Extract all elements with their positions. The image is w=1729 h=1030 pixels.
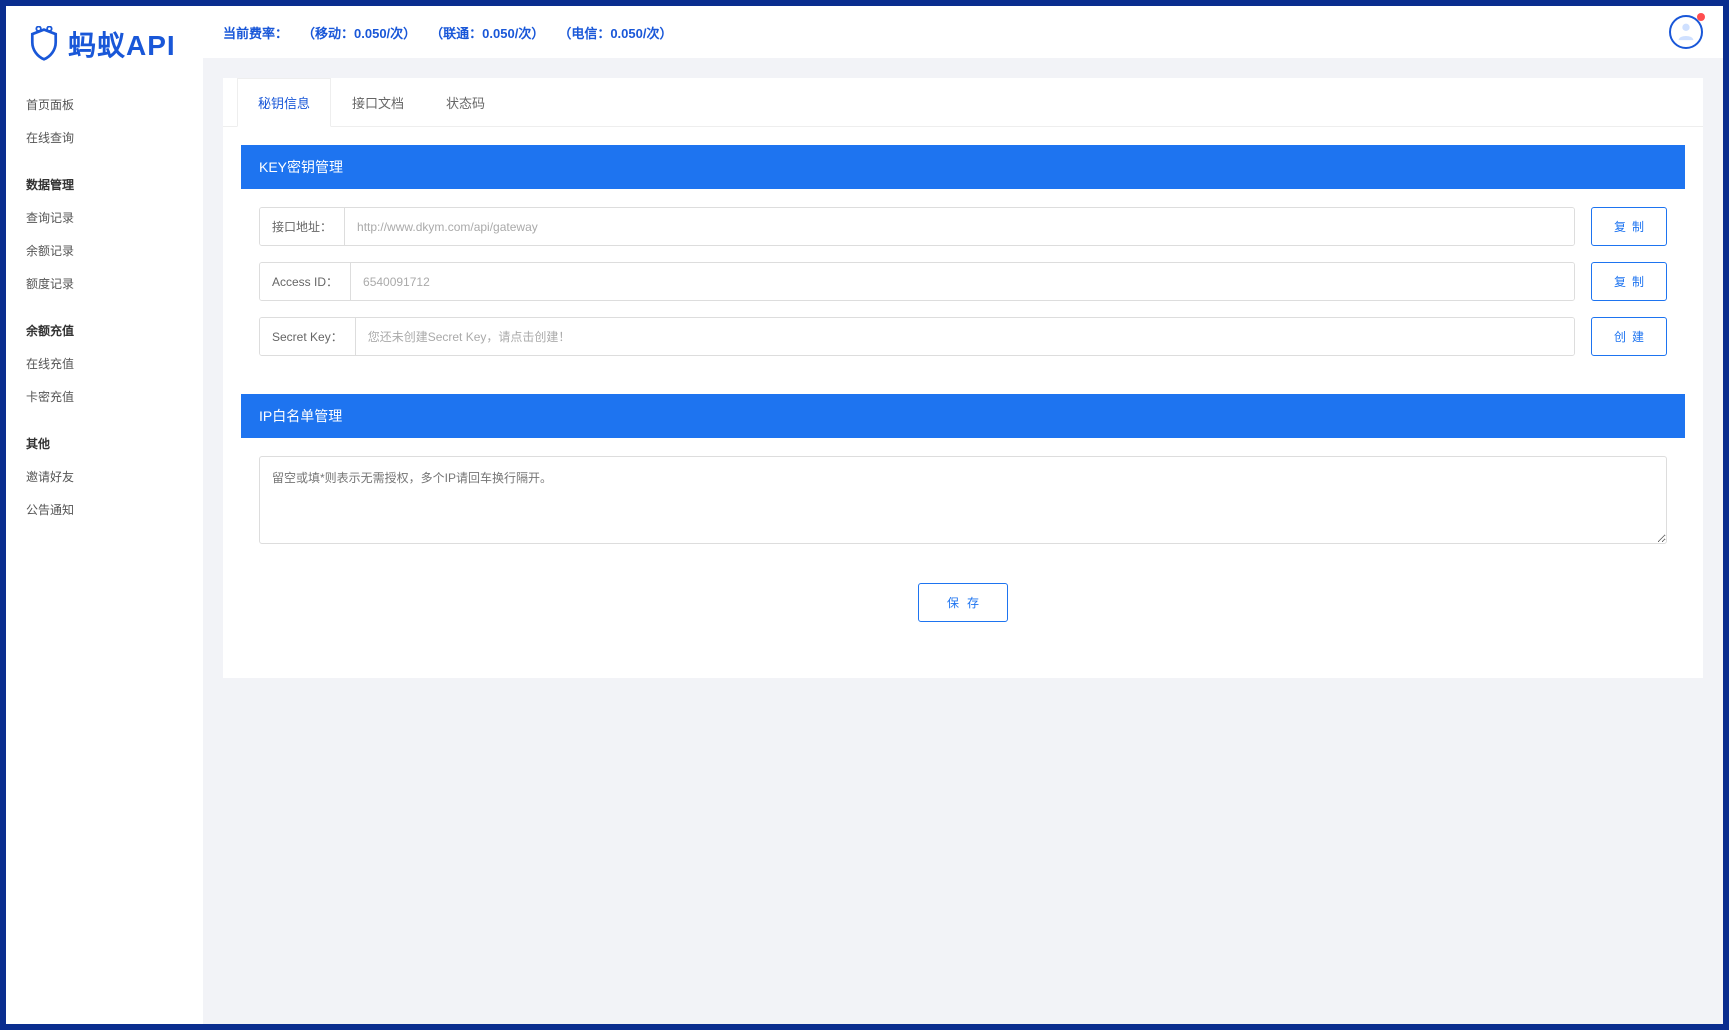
notification-dot-icon <box>1697 13 1705 21</box>
secret-key-input[interactable] <box>356 318 1574 355</box>
user-icon <box>1675 20 1697 45</box>
user-avatar[interactable] <box>1669 15 1703 49</box>
tabs: 秘钥信息 接口文档 状态码 <box>223 78 1703 127</box>
rate-unicom: （联通：0.050/次） <box>430 23 544 42</box>
tab-api-docs[interactable]: 接口文档 <box>331 78 425 127</box>
rate-info: 当前费率： （移动：0.050/次） （联通：0.050/次） （电信：0.05… <box>223 23 672 42</box>
nav: 首页面板 在线查询 数据管理 查询记录 余额记录 额度记录 余额充值 在线充值 … <box>6 88 203 526</box>
ip-panel-title: IP白名单管理 <box>241 394 1685 438</box>
tab-status-codes[interactable]: 状态码 <box>425 78 506 127</box>
sidebar-item-card-recharge[interactable]: 卡密充值 <box>26 380 183 413</box>
sidebar-item-dashboard[interactable]: 首页面板 <box>26 88 183 121</box>
sidebar-item-query-records[interactable]: 查询记录 <box>26 201 183 234</box>
main: 当前费率： （移动：0.050/次） （联通：0.050/次） （电信：0.05… <box>203 6 1723 1024</box>
sidebar-heading-data: 数据管理 <box>26 168 183 201</box>
rate-mobile: （移动：0.050/次） <box>302 23 416 42</box>
secret-key-row: Secret Key： 创建 <box>259 317 1667 356</box>
sidebar-heading-recharge: 余额充值 <box>26 314 183 347</box>
api-url-input[interactable] <box>345 208 1574 245</box>
ant-shield-icon <box>26 26 62 62</box>
ip-whitelist-panel: IP白名单管理 保存 <box>241 394 1685 640</box>
access-id-label: Access ID： <box>260 263 351 300</box>
rate-label: 当前费率： <box>223 23 288 42</box>
access-id-input[interactable] <box>351 263 1574 300</box>
copy-access-id-button[interactable]: 复制 <box>1591 262 1667 301</box>
tab-key-info[interactable]: 秘钥信息 <box>237 78 331 127</box>
ip-whitelist-textarea[interactable] <box>259 456 1667 544</box>
save-button[interactable]: 保存 <box>918 583 1008 622</box>
access-id-row: Access ID： 复制 <box>259 262 1667 301</box>
rate-telecom: （电信：0.050/次） <box>558 23 672 42</box>
copy-api-url-button[interactable]: 复制 <box>1591 207 1667 246</box>
sidebar-item-invite[interactable]: 邀请好友 <box>26 460 183 493</box>
sidebar: 蚂蚁API 首页面板 在线查询 数据管理 查询记录 余额记录 额度记录 余额充值… <box>6 6 203 1024</box>
create-secret-key-button[interactable]: 创建 <box>1591 317 1667 356</box>
sidebar-heading-other: 其他 <box>26 427 183 460</box>
key-management-panel: KEY密钥管理 接口地址： 复制 Access ID： <box>241 145 1685 374</box>
secret-key-label: Secret Key： <box>260 318 356 355</box>
key-panel-title: KEY密钥管理 <box>241 145 1685 189</box>
api-url-row: 接口地址： 复制 <box>259 207 1667 246</box>
sidebar-item-announcement[interactable]: 公告通知 <box>26 493 183 526</box>
sidebar-item-balance-records[interactable]: 余额记录 <box>26 234 183 267</box>
sidebar-item-online-query[interactable]: 在线查询 <box>26 121 183 154</box>
logo-text: 蚂蚁API <box>68 24 176 64</box>
sidebar-item-online-recharge[interactable]: 在线充值 <box>26 347 183 380</box>
sidebar-item-quota-records[interactable]: 额度记录 <box>26 267 183 300</box>
topbar: 当前费率： （移动：0.050/次） （联通：0.050/次） （电信：0.05… <box>203 6 1723 58</box>
api-url-label: 接口地址： <box>260 208 345 245</box>
content-panel: 秘钥信息 接口文档 状态码 KEY密钥管理 接口地址： 复制 <box>223 78 1703 678</box>
logo[interactable]: 蚂蚁API <box>6 6 203 88</box>
